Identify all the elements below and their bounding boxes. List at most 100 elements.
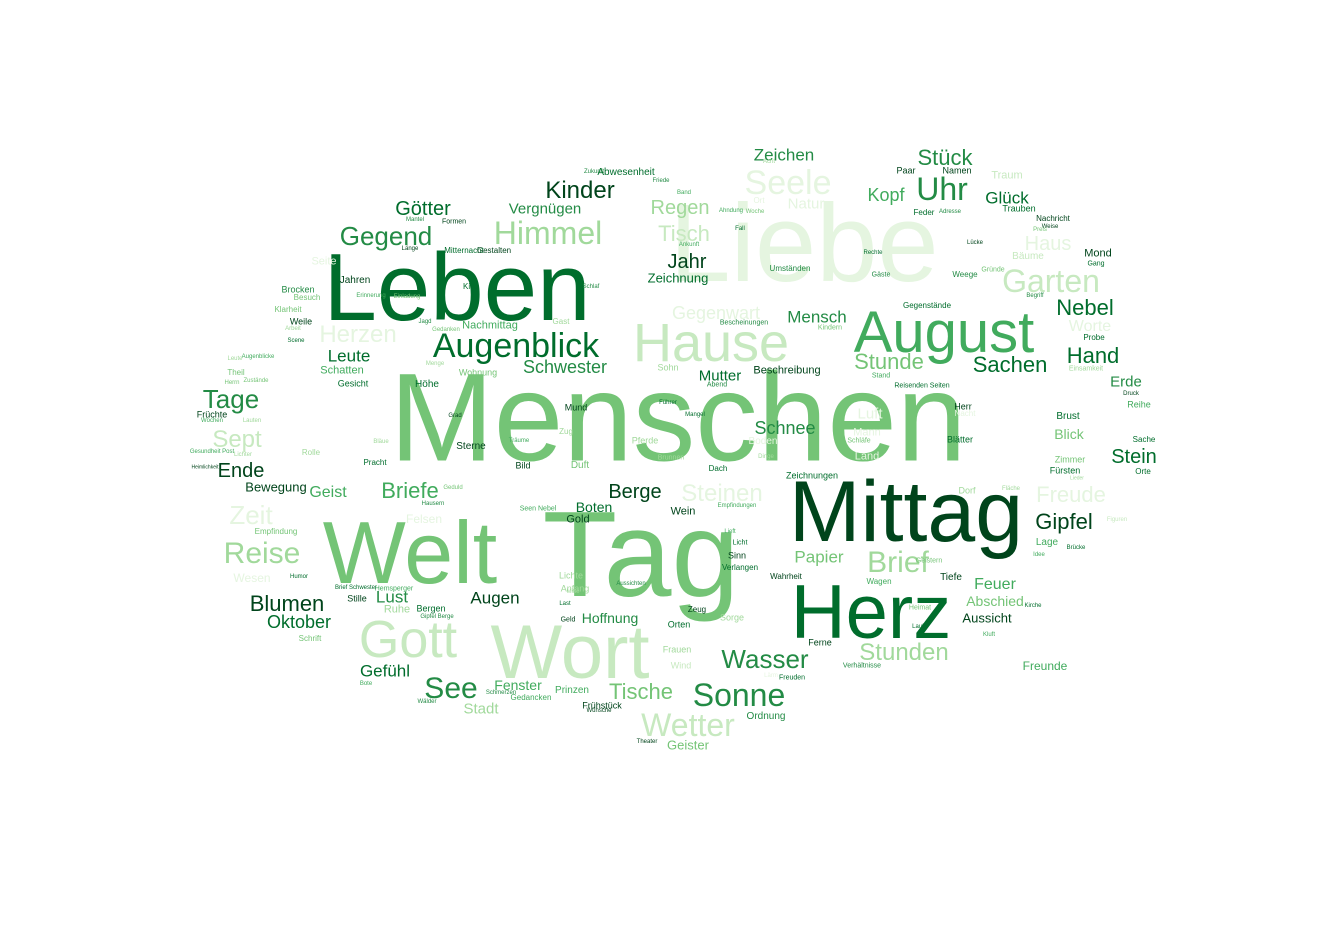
word-cloud: Menschen Tag Liebe Leben Mittag Welt Herz Wort A… (0, 0, 1334, 945)
cloud-word: Lieft (724, 529, 736, 535)
cloud-word: Gegenstände (902, 301, 952, 310)
cloud-word: Schmerzen (485, 690, 517, 696)
cloud-word: Hoffnung (581, 610, 639, 626)
cloud-word: Grad (448, 413, 462, 419)
cloud-word: Tiefe (940, 572, 962, 583)
cloud-word: Lücke (966, 240, 984, 246)
cloud-word: Besuch (293, 293, 321, 302)
cloud-word: Kirche (1024, 603, 1042, 609)
cloud-word: Freunde (1022, 659, 1068, 673)
cloud-word: Gipfel Berge (420, 614, 454, 620)
cloud-word: Höhe (415, 379, 439, 390)
cloud-word: Sinn (727, 550, 747, 561)
cloud-word: Erde (1110, 373, 1142, 391)
cloud-word: Wälder (417, 699, 437, 705)
cloud-word: Pferde (631, 435, 659, 446)
cloud-word: Theater (636, 739, 658, 745)
cloud-word: Preis (1033, 227, 1047, 233)
cloud-word: Heimlichkeit (191, 464, 219, 471)
cloud-word: Schwester (522, 357, 608, 377)
cloud-word: Hand (1066, 343, 1120, 368)
cloud-word: Abend (706, 381, 728, 389)
cloud-word: Freuden (778, 674, 806, 682)
cloud-word: Traum (991, 169, 1023, 182)
cloud-word: Schatten (320, 364, 364, 377)
cloud-word: Herrn (224, 380, 240, 386)
cloud-word: Orte (1135, 467, 1151, 476)
cloud-word: Last (559, 601, 571, 607)
cloud-word: Ende (217, 460, 265, 482)
cloud-word: Gott (358, 611, 458, 669)
cloud-word: Brunnen (657, 454, 685, 462)
cloud-word: Sache (1132, 435, 1156, 444)
cloud-word: Arbeit (285, 326, 301, 332)
cloud-word: Fürsten (1049, 465, 1081, 476)
cloud-word: Lauten (242, 418, 262, 424)
cloud-word: Berge (608, 481, 662, 503)
cloud-word: Dorf (958, 485, 976, 496)
cloud-word: Lichter (233, 452, 253, 458)
cloud-word: Druck (1123, 391, 1139, 397)
cloud-word: Kinder (545, 177, 615, 204)
cloud-word: Wetter (641, 707, 735, 743)
cloud-word: Sachen (972, 352, 1048, 377)
cloud-word: Seite (311, 255, 337, 268)
cloud-word: Seen Nebel (519, 505, 557, 513)
cloud-word: Zeichnungen (785, 470, 839, 481)
cloud-word: Reisenden Seiten (894, 382, 950, 390)
cloud-word: Sohn (657, 362, 679, 373)
cloud-word: Träume (508, 438, 530, 444)
cloud-word: Fall (735, 226, 745, 232)
cloud-word: Brücke (1066, 545, 1086, 551)
cloud-word: Aussichten (616, 581, 646, 587)
cloud-word: Acht (762, 159, 776, 165)
cloud-word: Ordnung (746, 711, 786, 722)
cloud-word: Idee (1033, 552, 1045, 558)
cloud-word: Blick (1054, 426, 1084, 442)
cloud-word: Jahr (667, 251, 707, 273)
cloud-word: Stille (347, 593, 367, 604)
cloud-word: Herzen (319, 321, 397, 348)
cloud-word: Wünsche (586, 708, 612, 714)
cloud-word: Stein (1111, 446, 1157, 468)
cloud-word: Kindern (817, 324, 843, 332)
cloud-word: Verhältnisse (842, 662, 882, 670)
cloud-word: Schlaf (582, 284, 600, 290)
cloud-word: Wahrheit (770, 572, 802, 581)
cloud-word: Ahndung (718, 208, 744, 214)
cloud-word: Bescheinungen (719, 319, 769, 327)
cloud-word: Band (676, 190, 692, 196)
cloud-word: Friede (652, 178, 670, 184)
cloud-word: Gestalten (476, 246, 512, 255)
cloud-word: Bote (359, 681, 373, 687)
cloud-word: Adresse (938, 209, 962, 215)
cloud-word: Reihe (1127, 399, 1151, 410)
cloud-word: Kopf (867, 185, 905, 205)
cloud-word: Rolle (301, 448, 321, 457)
cloud-word: Boten (575, 499, 613, 515)
cloud-word: Feder (913, 208, 935, 217)
cloud-word: Erinnerung (356, 293, 386, 299)
cloud-word: Lage (1035, 537, 1059, 548)
cloud-word: Dinge (758, 454, 774, 460)
cloud-word: Zeug (687, 605, 707, 614)
cloud-word: Prinzen (555, 685, 589, 696)
cloud-word: Verlangen (721, 563, 759, 572)
cloud-word: Umständen (769, 264, 811, 273)
cloud-word: Wesen (233, 571, 271, 585)
cloud-word: Menge (425, 361, 445, 367)
cloud-word: Wasser (721, 644, 809, 674)
cloud-word: Lärm (764, 673, 778, 679)
cloud-word: Tag (542, 486, 740, 622)
cloud-word: Sterne (456, 441, 486, 452)
cloud-word: Bläue (373, 439, 389, 445)
cloud-word: Wind (670, 660, 692, 671)
cloud-word: Führer (659, 400, 677, 406)
cloud-word: Mond (1084, 247, 1112, 260)
cloud-word: Gesicht (337, 378, 369, 389)
cloud-word: Duft (570, 460, 590, 471)
cloud-word: Dach (708, 464, 728, 473)
cloud-word: Jagd (418, 319, 432, 325)
cloud-word: Humor (289, 574, 309, 580)
cloud-word: Stunden (859, 639, 949, 666)
